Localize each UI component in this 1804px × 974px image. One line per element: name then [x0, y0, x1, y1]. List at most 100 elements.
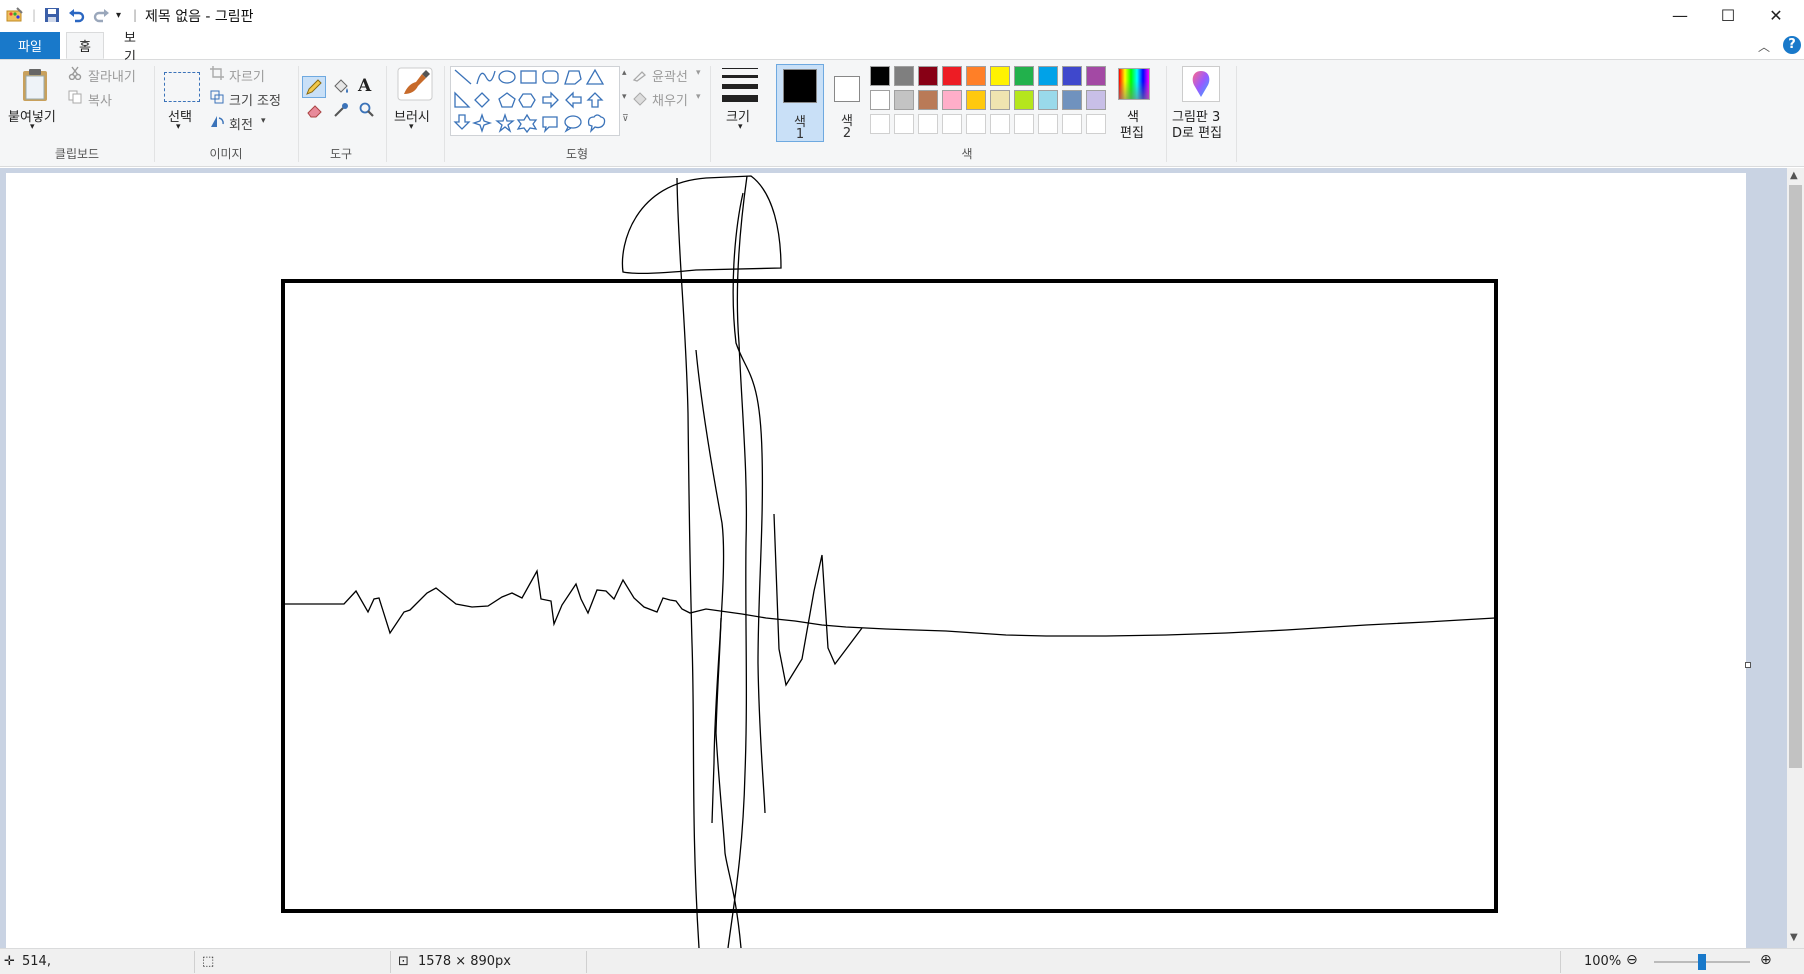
color-swatch[interactable]	[942, 66, 962, 86]
collapse-ribbon-icon[interactable]: ︿	[1758, 38, 1770, 55]
pentagon-shape-icon[interactable]	[498, 92, 516, 108]
color-picker-icon[interactable]	[332, 102, 350, 121]
triangle-shape-icon[interactable]	[585, 68, 605, 85]
edit-colors-icon[interactable]	[1118, 68, 1150, 100]
outline-button[interactable]: 윤곽선	[652, 66, 688, 85]
resize-button[interactable]: 크기 조정	[229, 90, 281, 109]
cut-button[interactable]: 잘라내기	[88, 66, 136, 85]
custom-color-slot[interactable]	[990, 114, 1010, 134]
magnifier-icon[interactable]	[358, 102, 376, 121]
copy-button[interactable]: 복사	[88, 90, 112, 109]
right-triangle-shape-icon[interactable]	[454, 91, 471, 108]
crop-button[interactable]: 자르기	[229, 66, 265, 85]
rotate-button[interactable]: 회전	[229, 114, 253, 133]
custom-color-slot[interactable]	[1062, 114, 1082, 134]
color-swatch[interactable]	[966, 90, 986, 110]
rounded-callout-shape-icon[interactable]	[542, 116, 558, 134]
undo-icon[interactable]	[68, 6, 86, 24]
custom-color-slot[interactable]	[1038, 114, 1058, 134]
paint3d-icon[interactable]	[1182, 66, 1220, 102]
oval-callout-shape-icon[interactable]	[564, 115, 582, 133]
scroll-down-icon[interactable]: ▼	[1790, 932, 1798, 943]
color-swatch[interactable]	[918, 66, 938, 86]
brush-icon[interactable]	[396, 66, 434, 105]
pencil-tool[interactable]	[302, 76, 326, 98]
right-arrow-shape-icon[interactable]	[542, 91, 559, 109]
color-swatch[interactable]	[894, 66, 914, 86]
shapes-scroll-down-icon[interactable]: ▾	[622, 92, 627, 102]
custom-color-slot[interactable]	[942, 114, 962, 134]
close-button[interactable]: ✕	[1752, 0, 1800, 30]
tab-file[interactable]: 파일	[0, 32, 60, 59]
color-swatch[interactable]	[918, 90, 938, 110]
hexagon-shape-icon[interactable]	[518, 93, 536, 108]
color-swatch[interactable]	[1062, 90, 1082, 110]
diamond-shape-icon[interactable]	[474, 92, 490, 108]
tab-view[interactable]: 보기	[110, 31, 160, 65]
up-arrow-shape-icon[interactable]	[586, 92, 604, 108]
oval-shape-icon[interactable]	[498, 70, 516, 84]
paste-icon[interactable]	[16, 66, 56, 106]
custom-color-slot[interactable]	[1014, 114, 1034, 134]
edit-colors-label-2[interactable]: 편집	[1120, 122, 1144, 141]
fill-bucket-icon[interactable]	[332, 78, 350, 99]
maximize-button[interactable]: ☐	[1704, 0, 1752, 30]
down-arrow-shape-icon[interactable]	[453, 114, 471, 130]
custom-color-slot[interactable]	[894, 114, 914, 134]
canvas-resize-handle[interactable]	[1745, 662, 1751, 668]
tab-home[interactable]: 홈	[66, 32, 104, 59]
color-swatch[interactable]	[1038, 90, 1058, 110]
color-swatch[interactable]	[894, 90, 914, 110]
help-icon[interactable]: ?	[1783, 36, 1801, 54]
polygon-shape-icon[interactable]	[564, 70, 582, 85]
line-size-icon[interactable]	[722, 68, 758, 102]
zoom-out-icon[interactable]: ⊖	[1626, 952, 1638, 968]
rounded-rectangle-shape-icon[interactable]	[542, 70, 559, 84]
size-dropdown-icon[interactable]: ▾	[738, 122, 743, 132]
color-swatch[interactable]	[1062, 66, 1082, 86]
four-point-star-shape-icon[interactable]	[471, 112, 493, 134]
color2-button[interactable]: 색 2	[830, 64, 866, 142]
curve-shape-icon[interactable]	[476, 70, 496, 85]
color-swatch[interactable]	[870, 66, 890, 86]
line-shape-icon[interactable]	[454, 69, 472, 85]
select-dropdown-icon[interactable]: ▾	[176, 122, 181, 132]
scroll-up-icon[interactable]: ▲	[1790, 170, 1798, 181]
color-swatch[interactable]	[1086, 90, 1106, 110]
vertical-scroll-thumb[interactable]	[1789, 185, 1802, 768]
color-swatch[interactable]	[1086, 66, 1106, 86]
fill-button[interactable]: 채우기	[652, 90, 688, 109]
custom-color-slot[interactable]	[1086, 114, 1106, 134]
color-swatch[interactable]	[942, 90, 962, 110]
color-swatch[interactable]	[966, 66, 986, 86]
text-tool-icon[interactable]: A	[358, 76, 371, 96]
rotate-dropdown-icon[interactable]: ▾	[261, 116, 266, 126]
shapes-scroll-up-icon[interactable]: ▴	[622, 68, 627, 78]
outline-dropdown-icon[interactable]: ▾	[696, 68, 701, 78]
redo-icon[interactable]	[92, 6, 110, 24]
cloud-callout-shape-icon[interactable]	[587, 114, 606, 133]
zoom-slider-thumb[interactable]	[1698, 954, 1706, 970]
custom-color-slot[interactable]	[918, 114, 938, 134]
fill-dropdown-icon[interactable]: ▾	[696, 92, 701, 102]
brushes-dropdown-icon[interactable]: ▾	[409, 122, 414, 132]
rectangle-shape-icon[interactable]	[520, 70, 537, 84]
color-swatch[interactable]	[870, 90, 890, 110]
custom-color-slot[interactable]	[966, 114, 986, 134]
color-swatch[interactable]	[1038, 66, 1058, 86]
color-swatch[interactable]	[1014, 90, 1034, 110]
zoom-in-icon[interactable]: ⊕	[1760, 952, 1772, 968]
minimize-button[interactable]: —	[1656, 0, 1704, 30]
left-arrow-shape-icon[interactable]	[565, 91, 582, 109]
save-icon[interactable]	[44, 6, 60, 24]
select-icon[interactable]	[164, 72, 200, 102]
color-swatch[interactable]	[990, 66, 1010, 86]
eraser-icon[interactable]	[306, 102, 324, 121]
color-swatch[interactable]	[990, 90, 1010, 110]
color-swatch[interactable]	[1014, 66, 1034, 86]
custom-color-slot[interactable]	[870, 114, 890, 134]
customize-quick-access-icon[interactable]: ▾	[116, 6, 121, 24]
paint3d-label-2[interactable]: D로 편집	[1172, 122, 1222, 141]
paint-app-icon[interactable]	[6, 6, 24, 24]
five-point-star-shape-icon[interactable]	[495, 112, 515, 133]
